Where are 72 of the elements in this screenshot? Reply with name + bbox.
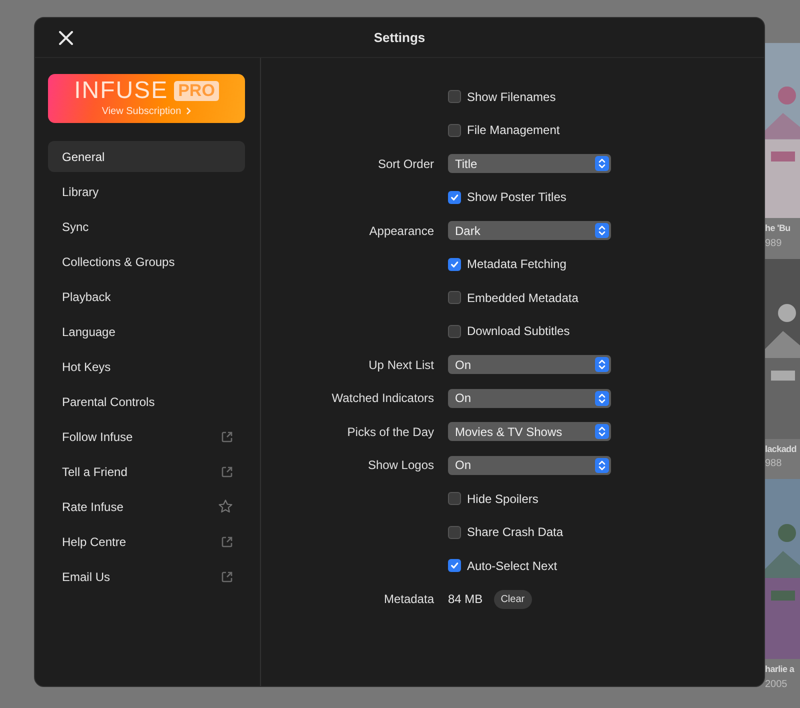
checkbox-label: Hide Spoilers: [467, 490, 538, 508]
checkbox-label: Share Crash Data: [467, 524, 564, 542]
stepper-icon: [595, 458, 609, 473]
stepper-icon: [595, 390, 609, 406]
setting-label: Up Next List: [368, 356, 434, 374]
sidebar-item[interactable]: Language: [48, 316, 245, 347]
poster-title: lackadd: [765, 442, 796, 456]
checkbox[interactable]: [448, 90, 461, 104]
dropdown[interactable]: On: [448, 388, 611, 408]
sidebar-item[interactable]: General: [48, 141, 245, 172]
sidebar-item[interactable]: Rate Infuse: [48, 491, 245, 522]
close-button[interactable]: [57, 28, 75, 46]
stepper-icon: [595, 357, 609, 372]
dropdown[interactable]: Dark: [448, 221, 611, 240]
poster-year: 989: [765, 236, 783, 250]
setting-label: Picks of the Day: [347, 424, 434, 441]
stepper-icon: [595, 424, 609, 440]
close-icon: [59, 30, 73, 44]
setting-label: Appearance: [369, 222, 434, 240]
star-icon: [218, 499, 233, 514]
pro-badge: PRO: [174, 80, 219, 100]
check-icon: [450, 260, 459, 269]
checkbox-label: File Management: [467, 122, 560, 140]
poster-title: harlie a: [765, 663, 794, 676]
sidebar-item[interactable]: Follow Infuse: [48, 421, 245, 452]
poster-title: he 'Bu: [765, 222, 790, 235]
poster-year: 2005: [765, 678, 788, 692]
external-link-icon: [221, 570, 233, 582]
checkbox[interactable]: [448, 291, 461, 304]
checkbox-label: Auto-Select Next: [467, 558, 558, 575]
sidebar-item[interactable]: Library: [48, 176, 245, 207]
checkbox-label: Show Poster Titles: [467, 189, 566, 206]
external-link-icon: [221, 430, 233, 442]
sidebar-item[interactable]: Hot Keys: [48, 351, 245, 382]
setting-label: Sort Order: [378, 156, 434, 173]
setting-label: Watched Indicators: [332, 390, 434, 408]
checkbox[interactable]: [448, 559, 461, 572]
sidebar-item[interactable]: Help Centre: [48, 526, 245, 557]
checkbox[interactable]: [448, 258, 461, 271]
stepper-icon: [595, 156, 609, 172]
sidebar-item[interactable]: Sync: [48, 211, 245, 242]
check-icon: [450, 192, 459, 202]
brand-name: INFUSE: [74, 78, 168, 102]
sidebar-item[interactable]: Tell a Friend: [48, 456, 245, 487]
clear-button[interactable]: Clear: [494, 590, 532, 609]
sidebar-item[interactable]: Email Us: [48, 561, 245, 592]
checkbox-label: Embedded Metadata: [467, 290, 578, 307]
sidebar-item[interactable]: Collections & Groups: [48, 246, 245, 277]
setting-label: Metadata: [384, 591, 434, 608]
stepper-icon: [595, 223, 609, 238]
window-title: Settings: [374, 28, 426, 47]
external-link-icon: [221, 466, 233, 478]
sidebar-item[interactable]: Parental Controls: [48, 386, 245, 417]
chevron-icon: [186, 107, 192, 115]
dropdown[interactable]: On: [448, 456, 611, 475]
checkbox-label: Show Filenames: [467, 88, 556, 106]
external-link-icon: [221, 536, 233, 548]
dropdown[interactable]: Title: [448, 154, 611, 174]
checkbox-label: Metadata Fetching: [467, 256, 566, 274]
dropdown[interactable]: Movies & TV Shows: [448, 422, 611, 442]
metadata-size: 84 MB: [448, 591, 483, 608]
checkbox[interactable]: [448, 492, 461, 506]
sidebar-item[interactable]: Playback: [48, 281, 245, 312]
checkbox-label: Download Subtitles: [467, 323, 570, 340]
check-icon: [450, 561, 459, 570]
checkbox[interactable]: [448, 124, 461, 137]
checkbox[interactable]: [448, 526, 461, 539]
checkbox[interactable]: [448, 190, 461, 204]
dropdown[interactable]: On: [448, 355, 611, 374]
checkbox[interactable]: [448, 324, 461, 338]
poster-year: 988: [765, 457, 783, 471]
setting-label: Show Logos: [368, 457, 434, 474]
